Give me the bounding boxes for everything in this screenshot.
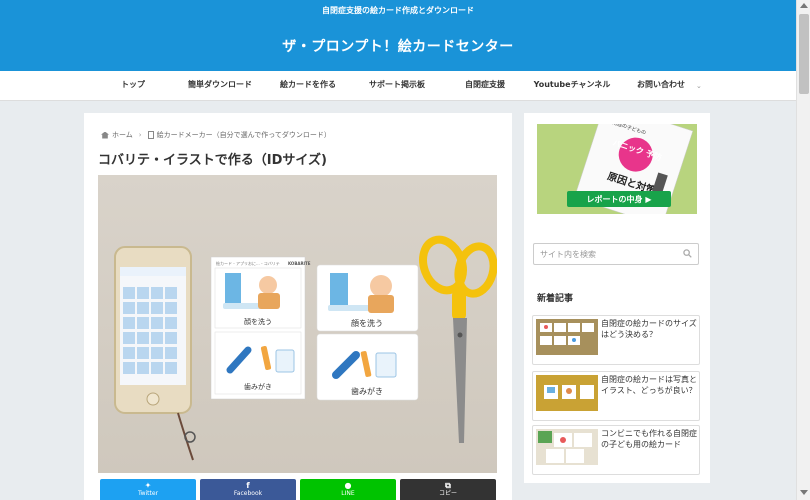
hero-photo: 絵カード - アプリおに... - コバリテ KOBARITE 顔を洗う 歯みが… (98, 175, 497, 473)
copy-icon: ⧉ (445, 481, 451, 490)
sheet-card-caption-wash: 顔を洗う (244, 317, 272, 326)
loose-card-brush: 歯みがき (316, 333, 419, 401)
scrollbar-thumb[interactable] (799, 14, 809, 94)
share-copy-label: コピー (438, 490, 457, 497)
report-banner[interactable]: パニック 予防 原因と対策 自閉症の子どもの レポートの中身 ▶ (537, 124, 697, 214)
share-facebook-label: Facebook (233, 490, 263, 497)
breadcrumb-home[interactable]: ホーム (112, 131, 133, 139)
article-card: ホーム › 絵カードメーカー（自分で選んで作ってダウンロード） コバリテ・イラストで… (84, 113, 512, 500)
search-icon[interactable] (683, 249, 692, 258)
main-nav: トップ 簡単ダウンロード 絵カードを作る サポート掲示板 自閉症支援 Youtu… (0, 71, 796, 101)
page-scrollbar[interactable] (796, 0, 810, 500)
report-banner-image: パニック 予防 原因と対策 自閉症の子どもの レポートの中身 ▶ (537, 124, 697, 214)
sheet-header: 絵カード - アプリおに... - コバリテ (216, 260, 280, 266)
nav-item-easy-download[interactable]: 簡単ダウンロード (170, 71, 270, 101)
share-buttons: ✦ Twitter f Facebook ● LINE ⧉ コピー (100, 479, 496, 500)
printed-card-sheet: 絵カード - アプリおに... - コバリテ KOBARITE 顔を洗う 歯みが… (210, 256, 311, 400)
hero-image: 絵カード - アプリおに... - コバリテ KOBARITE 顔を洗う 歯みが… (98, 175, 497, 473)
breadcrumb: ホーム › 絵カードメーカー（自分で選んで作ってダウンロード） (101, 130, 331, 140)
nav-more-chevron-icon[interactable]: ⌄ (696, 71, 706, 101)
nav-item-top[interactable]: トップ (83, 71, 183, 101)
recent-post-title[interactable]: コンビニでも作れる自閉症の子ども用の絵カード (601, 428, 697, 450)
site-tagline: 自閉症支援の絵カード作成とダウンロード (322, 6, 474, 15)
sheet-logo: KOBARITE (288, 261, 311, 266)
nav-item-youtube[interactable]: Youtubeチャンネル (522, 71, 622, 101)
scroll-down-arrow-icon[interactable] (800, 490, 808, 495)
share-facebook-button[interactable]: f Facebook (200, 479, 296, 500)
nav-item-support-board[interactable]: サポート掲示板 (347, 71, 447, 101)
share-twitter-button[interactable]: ✦ Twitter (100, 479, 196, 500)
facebook-icon: f (246, 481, 250, 490)
search-input[interactable] (540, 248, 680, 261)
recent-post-title[interactable]: 自閉症の絵カードのサイズはどう決める？ (601, 318, 697, 340)
sidebar: パニック 予防 原因と対策 自閉症の子どもの レポートの中身 ▶ 新着記事 自閉 (524, 113, 710, 483)
home-icon (101, 131, 109, 139)
breadcrumb-category[interactable]: 絵カードメーカー（自分で選んで作ってダウンロード） (157, 131, 331, 139)
share-line-button[interactable]: ● LINE (300, 479, 396, 500)
scroll-up-arrow-icon[interactable] (800, 3, 808, 8)
share-twitter-label: Twitter (137, 490, 159, 497)
line-icon: ● (344, 481, 352, 490)
recent-post-item[interactable]: 自閉症の絵カードは写真とイラスト、どっちが良い？ (532, 371, 700, 421)
recent-post-thumbnail (536, 375, 598, 411)
loose-card-wash: 顔を洗う (316, 264, 419, 332)
loose-card-caption-brush: 歯みがき (351, 386, 383, 396)
recent-post-item[interactable]: コンビニでも作れる自閉症の子ども用の絵カード (532, 425, 700, 475)
site-header: 自閉症支援の絵カード作成とダウンロード ザ・プロンプト！絵カードセンター (0, 0, 796, 71)
banner-cta[interactable]: レポートの中身 ▶ (587, 194, 653, 204)
twitter-icon: ✦ (144, 481, 152, 490)
share-line-label: LINE (341, 490, 355, 497)
recent-post-title[interactable]: 自閉症の絵カードは写真とイラスト、どっちが良い？ (601, 374, 697, 396)
recent-post-thumbnail (536, 429, 598, 465)
article-title: コバリテ・イラストで作る（IDサイズ) (98, 153, 327, 168)
loose-card-caption-wash: 顔を洗う (351, 318, 383, 328)
nav-item-autism-support[interactable]: 自閉症支援 (435, 71, 535, 101)
recent-posts-heading: 新着記事 (537, 294, 574, 304)
sheet-card-caption-brush: 歯みがき (244, 382, 272, 391)
site-title[interactable]: ザ・プロンプト！絵カードセンター (0, 36, 796, 56)
document-icon (147, 131, 154, 139)
recent-post-thumbnail (536, 319, 598, 355)
site-search (533, 243, 699, 265)
nav-item-make-cards[interactable]: 絵カードを作る (258, 71, 358, 101)
share-copy-button[interactable]: ⧉ コピー (400, 479, 496, 500)
breadcrumb-separator: › (138, 131, 142, 139)
recent-post-item[interactable]: 自閉症の絵カードのサイズはどう決める？ (532, 315, 700, 365)
